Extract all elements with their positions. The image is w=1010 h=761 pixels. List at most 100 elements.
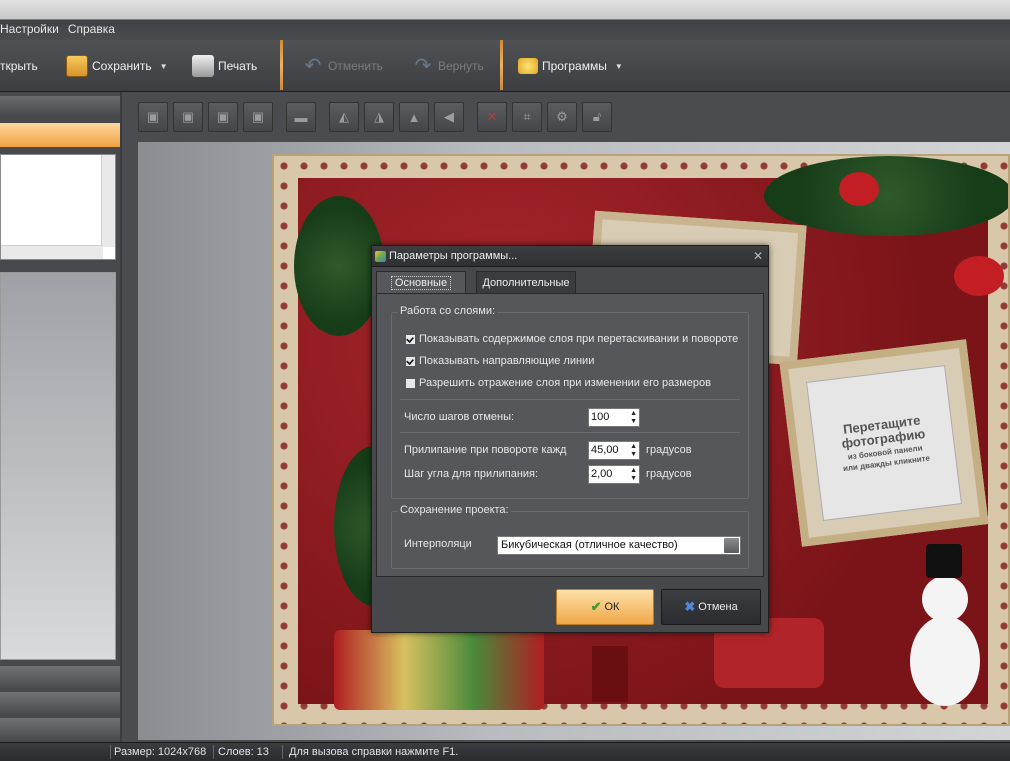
undo-label: Отменить (328, 59, 383, 73)
open-label: ткрыть (0, 59, 38, 73)
checkbox-box[interactable] (406, 378, 415, 388)
open-button[interactable]: ткрыть (0, 48, 38, 84)
checkbox-allow-flip[interactable]: Разрешить отражение слоя при изменении е… (406, 376, 746, 390)
programs-icon (518, 58, 538, 74)
dialog-body: Работа со слоями: Показывать содержимое … (376, 293, 764, 577)
layers-group: Работа со слоями: Показывать содержимое … (391, 305, 749, 499)
mirror-horizontal-icon[interactable]: ◀ (434, 102, 464, 132)
undo-steps-label: Число шагов отмены: (404, 411, 515, 423)
status-layers: Слоев: 13 (218, 746, 269, 758)
photo-placeholder[interactable]: Перетащите фотографию из боковой панели … (805, 364, 963, 522)
undo-icon: ↶ (304, 55, 322, 77)
gear-icon[interactable]: ⚙ (547, 102, 577, 132)
checkbox-show-guides[interactable]: Показывать направляющие линии (406, 354, 746, 368)
layers-group-label: Работа со слоями: (398, 305, 498, 317)
snap-angle-stepper[interactable]: 2,00 ▲ ▼ (588, 465, 640, 484)
tab-basic-label: Основные (390, 275, 452, 290)
undo-steps-stepper[interactable]: 100 ▲ ▼ (588, 408, 640, 427)
dialog-title: Параметры программы... (389, 250, 518, 262)
status-bar: Размер: 1024x768 Слоев: 13 Для вызова сп… (0, 742, 1010, 761)
spin-arrows-icon[interactable]: ▲ ▼ (630, 443, 637, 459)
interpolation-select[interactable]: Бикубическая (отличное качество) (497, 536, 741, 555)
save-dropdown-icon[interactable]: ▼ (160, 62, 168, 71)
degrees-label-2: градусов (646, 468, 692, 480)
undo-steps-value: 100 (591, 411, 610, 423)
print-button[interactable]: Печать (192, 48, 257, 84)
flip-left-icon[interactable]: ◭ (329, 102, 359, 132)
align-icon[interactable]: ▬ (286, 102, 316, 132)
panel-band-1[interactable] (0, 666, 120, 688)
menu-help[interactable]: Справка (68, 22, 115, 36)
tab-basic[interactable]: Основные (376, 271, 466, 293)
bring-forward-icon[interactable]: ▣ (173, 102, 203, 132)
snap-rotate-stepper[interactable]: 45,00 ▲ ▼ (588, 441, 640, 460)
dialog-titlebar[interactable]: Параметры программы... ✕ (372, 246, 768, 267)
photo-frame-right[interactable]: Перетащите фотографию из боковой панели … (779, 339, 989, 547)
degrees-label: градусов (646, 444, 692, 456)
checkbox-label: Разрешить отражение слоя при изменении е… (419, 377, 711, 389)
lock-icon[interactable]: 🔓︎ (582, 102, 612, 132)
flip-right-icon[interactable]: ◮ (364, 102, 394, 132)
status-hint: Для вызова справки нажмите F1. (289, 746, 459, 758)
save-button[interactable]: Сохранить ▼ (66, 48, 168, 84)
panel-band-3[interactable] (0, 718, 120, 740)
redo-button[interactable]: ↷ Вернуть (412, 48, 484, 84)
status-size: Размер: 1024x768 (114, 746, 207, 758)
red-bow-right (954, 256, 1004, 296)
panel-header (0, 96, 120, 116)
save-project-group: Сохранение проекта: Интерполяци Бикубиче… (391, 504, 749, 569)
menu-bar: Настройки Справка (0, 0, 1010, 40)
send-back-icon[interactable]: ▣ (243, 102, 273, 132)
cross-icon: ✖ (684, 599, 696, 614)
programs-button[interactable]: Программы ▼ (518, 48, 623, 84)
bring-front-icon[interactable]: ▣ (138, 102, 168, 132)
thumbnail-area[interactable] (0, 272, 116, 660)
toolbar-separator (280, 40, 283, 90)
interpolation-label: Интерполяци (404, 538, 472, 550)
list-horizontal-scrollbar[interactable] (1, 245, 103, 259)
ok-label: ОК (604, 601, 620, 613)
programs-dropdown-icon[interactable]: ▼ (615, 62, 623, 71)
list-vertical-scrollbar[interactable] (101, 155, 115, 247)
snap-rotate-label: Прилипание при повороте кажд (404, 444, 567, 456)
status-divider (110, 745, 111, 759)
tab-advanced[interactable]: Дополнительные (476, 271, 576, 293)
folder-list[interactable] (0, 154, 116, 260)
save-label: Сохранить (92, 59, 152, 73)
programs-label: Программы (542, 59, 607, 73)
delete-icon[interactable]: ✕ (477, 102, 507, 132)
edit-toolbar: ▣ ▣ ▣ ▣ ▬ ◭ ◮ ▲ ◀ ✕ ⌗ ⚙ 🔓︎ (138, 100, 617, 134)
divider (400, 432, 740, 433)
undo-button[interactable]: ↶ Отменить (302, 48, 383, 84)
checkbox-box[interactable] (406, 334, 415, 344)
spin-arrows-icon[interactable]: ▲ ▼ (630, 410, 637, 426)
fir-garland-top (764, 156, 1008, 236)
save-icon (66, 55, 88, 77)
checkbox-box[interactable] (406, 356, 415, 366)
spin-arrows-icon[interactable]: ▲ ▼ (630, 467, 637, 483)
panel-active-section[interactable] (0, 123, 120, 147)
snowman-body (910, 616, 980, 706)
send-backward-icon[interactable]: ▣ (208, 102, 238, 132)
checkbox-show-content[interactable]: Показывать содержимое слоя при перетаски… (406, 332, 746, 346)
chevron-down-icon[interactable] (724, 538, 739, 553)
cancel-button[interactable]: ✖ Отмена (661, 589, 761, 625)
status-divider (282, 745, 283, 759)
check-icon: ✔ (590, 599, 602, 614)
checkbox-label: Показывать направляющие линии (419, 355, 595, 367)
snap-angle-label: Шаг угла для прилипания: (404, 468, 539, 480)
left-panel (0, 92, 120, 742)
menu-settings[interactable]: Настройки (0, 22, 59, 36)
gift-pile (334, 630, 544, 710)
ok-button[interactable]: ✔ ОК (556, 589, 654, 625)
snap-angle-value: 2,00 (591, 468, 613, 480)
mirror-vertical-icon[interactable]: ▲ (399, 102, 429, 132)
status-divider (213, 745, 214, 759)
red-bow (839, 172, 879, 206)
close-icon[interactable]: ✕ (753, 249, 763, 263)
snap-rotate-value: 45,00 (591, 444, 619, 456)
app-icon (375, 251, 386, 262)
cancel-label: Отмена (698, 601, 738, 613)
panel-band-2[interactable] (0, 692, 120, 714)
crop-icon[interactable]: ⌗ (512, 102, 542, 132)
